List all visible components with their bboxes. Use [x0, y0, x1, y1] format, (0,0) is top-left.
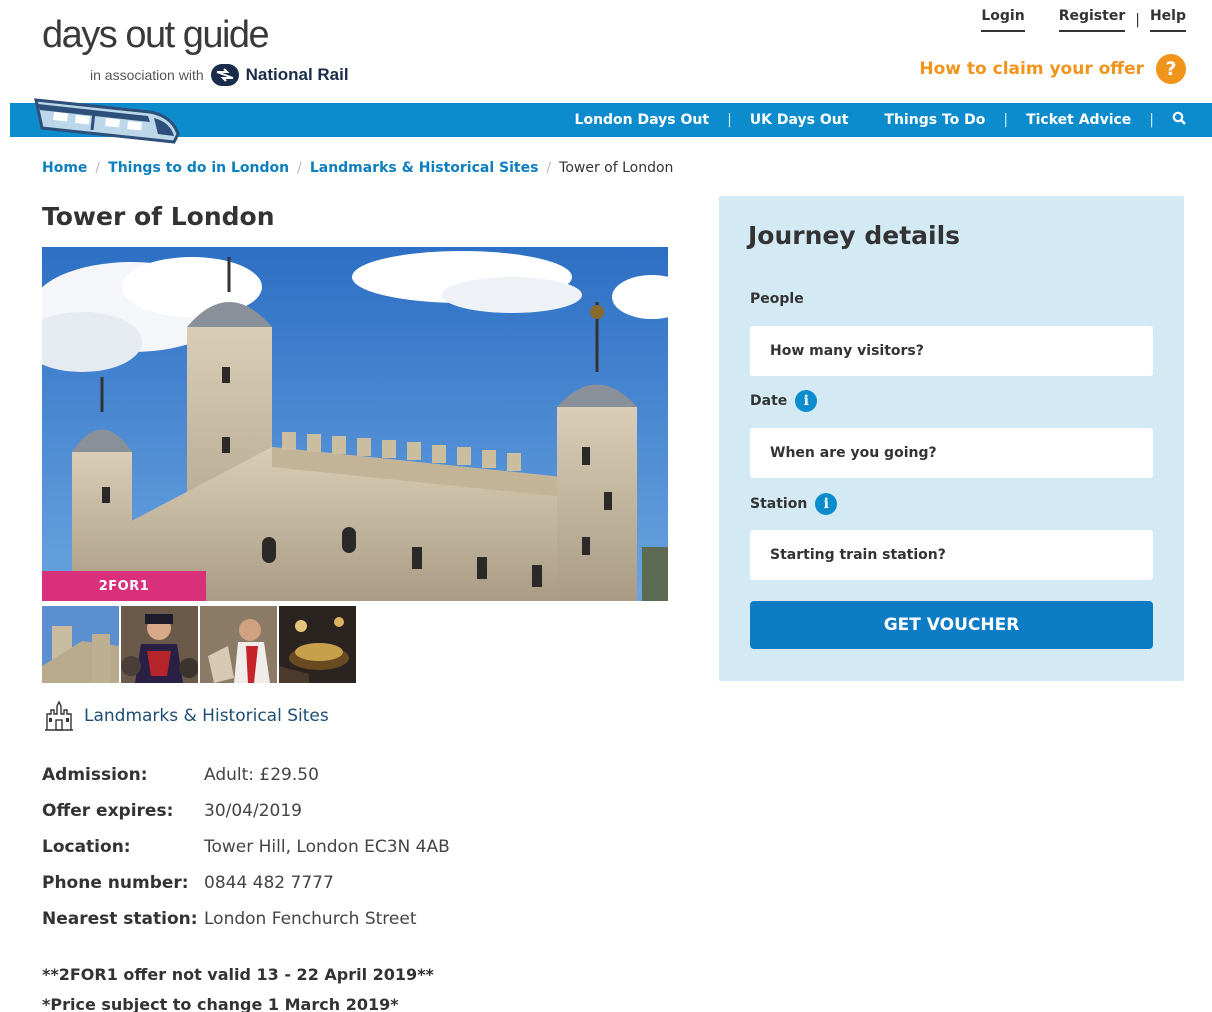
breadcrumb-home[interactable]: Home: [42, 160, 87, 176]
claim-offer-text[interactable]: How to claim your offer: [919, 59, 1144, 79]
detail-label: Nearest station:: [42, 909, 198, 929]
detail-value: Adult: £29.50: [204, 765, 319, 785]
login-link[interactable]: Login: [981, 8, 1025, 32]
claim-offer-link[interactable]: How to claim your offer ?: [919, 54, 1186, 84]
detail-admission: Admission: Adult: £29.50: [42, 757, 450, 793]
station-placeholder[interactable]: Starting train station?: [770, 547, 946, 563]
detail-offer-expires: Offer expires: 30/04/2019: [42, 793, 450, 829]
register-link[interactable]: Register: [1058, 8, 1126, 32]
photo-thumbnails: [42, 606, 356, 683]
offer-note: **2FOR1 offer not valid 13 - 22 April 20…: [42, 965, 434, 984]
detail-value: Tower Hill, London EC3N 4AB: [204, 837, 450, 857]
breadcrumb-things-to-do[interactable]: Things to do in London: [108, 160, 289, 176]
detail-label: Admission:: [42, 765, 148, 785]
category-text[interactable]: Landmarks & Historical Sites: [84, 706, 329, 726]
thumbnail-tower[interactable]: [42, 606, 119, 683]
nav-london-days-out[interactable]: London Days Out: [575, 112, 710, 128]
2for1-offer-badge: 2FOR1: [42, 571, 206, 601]
nav-things-to-do[interactable]: Things To Do: [884, 112, 985, 128]
price-note: *Price subject to change 1 March 2019*: [42, 995, 399, 1012]
people-label-text: People: [750, 291, 804, 307]
nav-separator: |: [727, 112, 732, 128]
detail-label: Phone number:: [42, 873, 189, 893]
offer-notes: **2FOR1 offer not valid 13 - 22 April 20…: [42, 960, 434, 1012]
account-links: Login Register | Help: [981, 8, 1186, 32]
detail-value: 0844 482 7777: [204, 873, 334, 893]
breadcrumb-landmarks[interactable]: Landmarks & Historical Sites: [310, 160, 539, 176]
site-logo-title[interactable]: days out guide: [42, 14, 270, 57]
detail-label: Location:: [42, 837, 131, 857]
date-info-icon[interactable]: i: [795, 390, 818, 412]
detail-value: London Fenchurch Street: [204, 909, 417, 929]
detail-nearest-station: Nearest station: London Fenchurch Street: [42, 901, 450, 937]
search-icon[interactable]: [1172, 111, 1186, 129]
page-title: Tower of London: [42, 202, 275, 231]
question-icon[interactable]: ?: [1156, 54, 1186, 84]
date-placeholder[interactable]: When are you going?: [770, 445, 937, 461]
get-voucher-button[interactable]: GET VOUCHER: [750, 601, 1153, 649]
station-input[interactable]: Starting train station?: [750, 530, 1153, 580]
journey-details-title: Journey details: [748, 221, 961, 250]
nav-ticket-advice[interactable]: Ticket Advice: [1026, 112, 1131, 128]
detail-phone-number: Phone number: 0844 482 7777: [42, 865, 450, 901]
tower-of-london-photo: [42, 247, 668, 601]
detail-value: 30/04/2019: [204, 801, 302, 821]
nav-separator: |: [1149, 112, 1154, 128]
detail-location: Location: Tower Hill, London EC3N 4AB: [42, 829, 450, 865]
landmark-castle-icon: [45, 700, 73, 731]
station-info-icon[interactable]: i: [815, 493, 838, 515]
link-separator: |: [1135, 12, 1140, 28]
date-label-text: Date: [750, 393, 788, 409]
people-label: People: [750, 291, 804, 307]
help-link[interactable]: Help: [1149, 8, 1186, 32]
breadcrumb-current: Tower of London: [559, 160, 674, 176]
logo-association: in association with National Rail: [90, 64, 349, 86]
association-text: in association with: [90, 67, 204, 83]
thumbnail-yeoman-warder[interactable]: [121, 606, 198, 683]
national-rail-text: National Rail: [245, 65, 349, 84]
train-logo-icon: [34, 98, 180, 144]
date-input[interactable]: When are you going?: [750, 428, 1153, 478]
station-label: Station i: [750, 493, 838, 515]
people-placeholder[interactable]: How many visitors?: [770, 343, 924, 359]
thumbnail-crown-jewels[interactable]: [279, 606, 356, 683]
nav-separator: |: [1003, 112, 1009, 128]
date-label: Date i: [750, 390, 818, 412]
nav-menu: London Days Out | UK Days Out Things To …: [575, 103, 1186, 137]
station-label-text: Station: [750, 496, 808, 512]
category-link[interactable]: Landmarks & Historical Sites: [42, 700, 329, 732]
breadcrumb: Home / Things to do in London / Landmark…: [42, 160, 674, 176]
national-rail-logo-icon: [210, 64, 239, 86]
people-select[interactable]: How many visitors?: [750, 326, 1153, 376]
attraction-details: Admission: Adult: £29.50 Offer expires: …: [42, 757, 450, 937]
detail-label: Offer expires:: [42, 801, 174, 821]
nav-uk-days-out[interactable]: UK Days Out: [750, 112, 849, 128]
thumbnail-knight[interactable]: [200, 606, 277, 683]
